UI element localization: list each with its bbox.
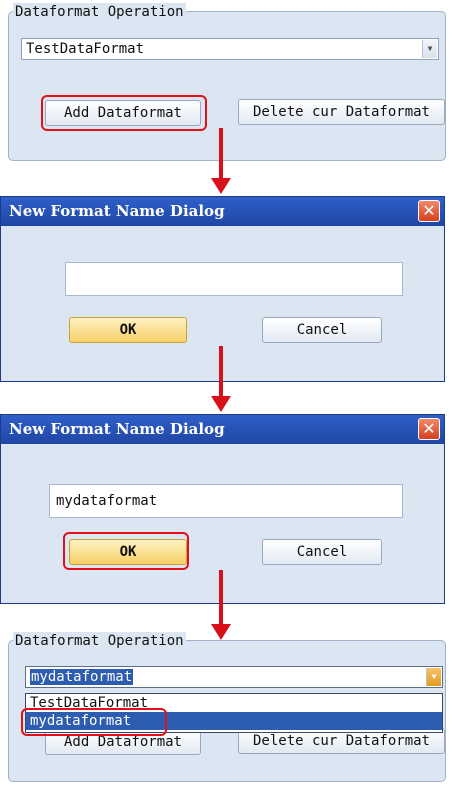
arrow-down-icon [211, 570, 231, 640]
dataformat-combo[interactable]: TestDataFormat ▼ [21, 38, 439, 60]
dialog-titlebar: New Format Name Dialog ✕ [1, 197, 444, 226]
group-title: Dataformat Operation [13, 632, 186, 650]
arrow-down-icon [211, 346, 231, 412]
cancel-button[interactable]: Cancel [262, 539, 382, 565]
cancel-button[interactable]: Cancel [262, 317, 382, 343]
dialog-titlebar: New Format Name Dialog ✕ [1, 415, 444, 444]
chevron-down-icon[interactable]: ▼ [422, 40, 437, 58]
delete-dataformat-button[interactable]: Delete cur Dataformat [238, 99, 445, 125]
close-icon[interactable]: ✕ [418, 200, 440, 222]
combo-value: mydataformat [30, 669, 134, 685]
combo-value: TestDataFormat [26, 41, 145, 57]
ok-button[interactable]: OK [69, 317, 187, 343]
dataformat-combo[interactable]: mydataformat ▼ [25, 666, 443, 688]
format-name-input[interactable]: mydataformat [49, 484, 403, 518]
arrow-down-icon [211, 128, 231, 194]
highlight-add-button [41, 95, 207, 131]
chevron-down-icon[interactable]: ▼ [426, 668, 441, 686]
close-icon[interactable]: ✕ [418, 418, 440, 440]
highlight-ok-button [63, 532, 189, 570]
highlight-new-item [21, 708, 167, 736]
group-title: Dataformat Operation [13, 3, 186, 21]
dialog-title: New Format Name Dialog [9, 420, 225, 438]
format-name-input[interactable] [65, 262, 403, 296]
dialog-title: New Format Name Dialog [9, 202, 225, 220]
